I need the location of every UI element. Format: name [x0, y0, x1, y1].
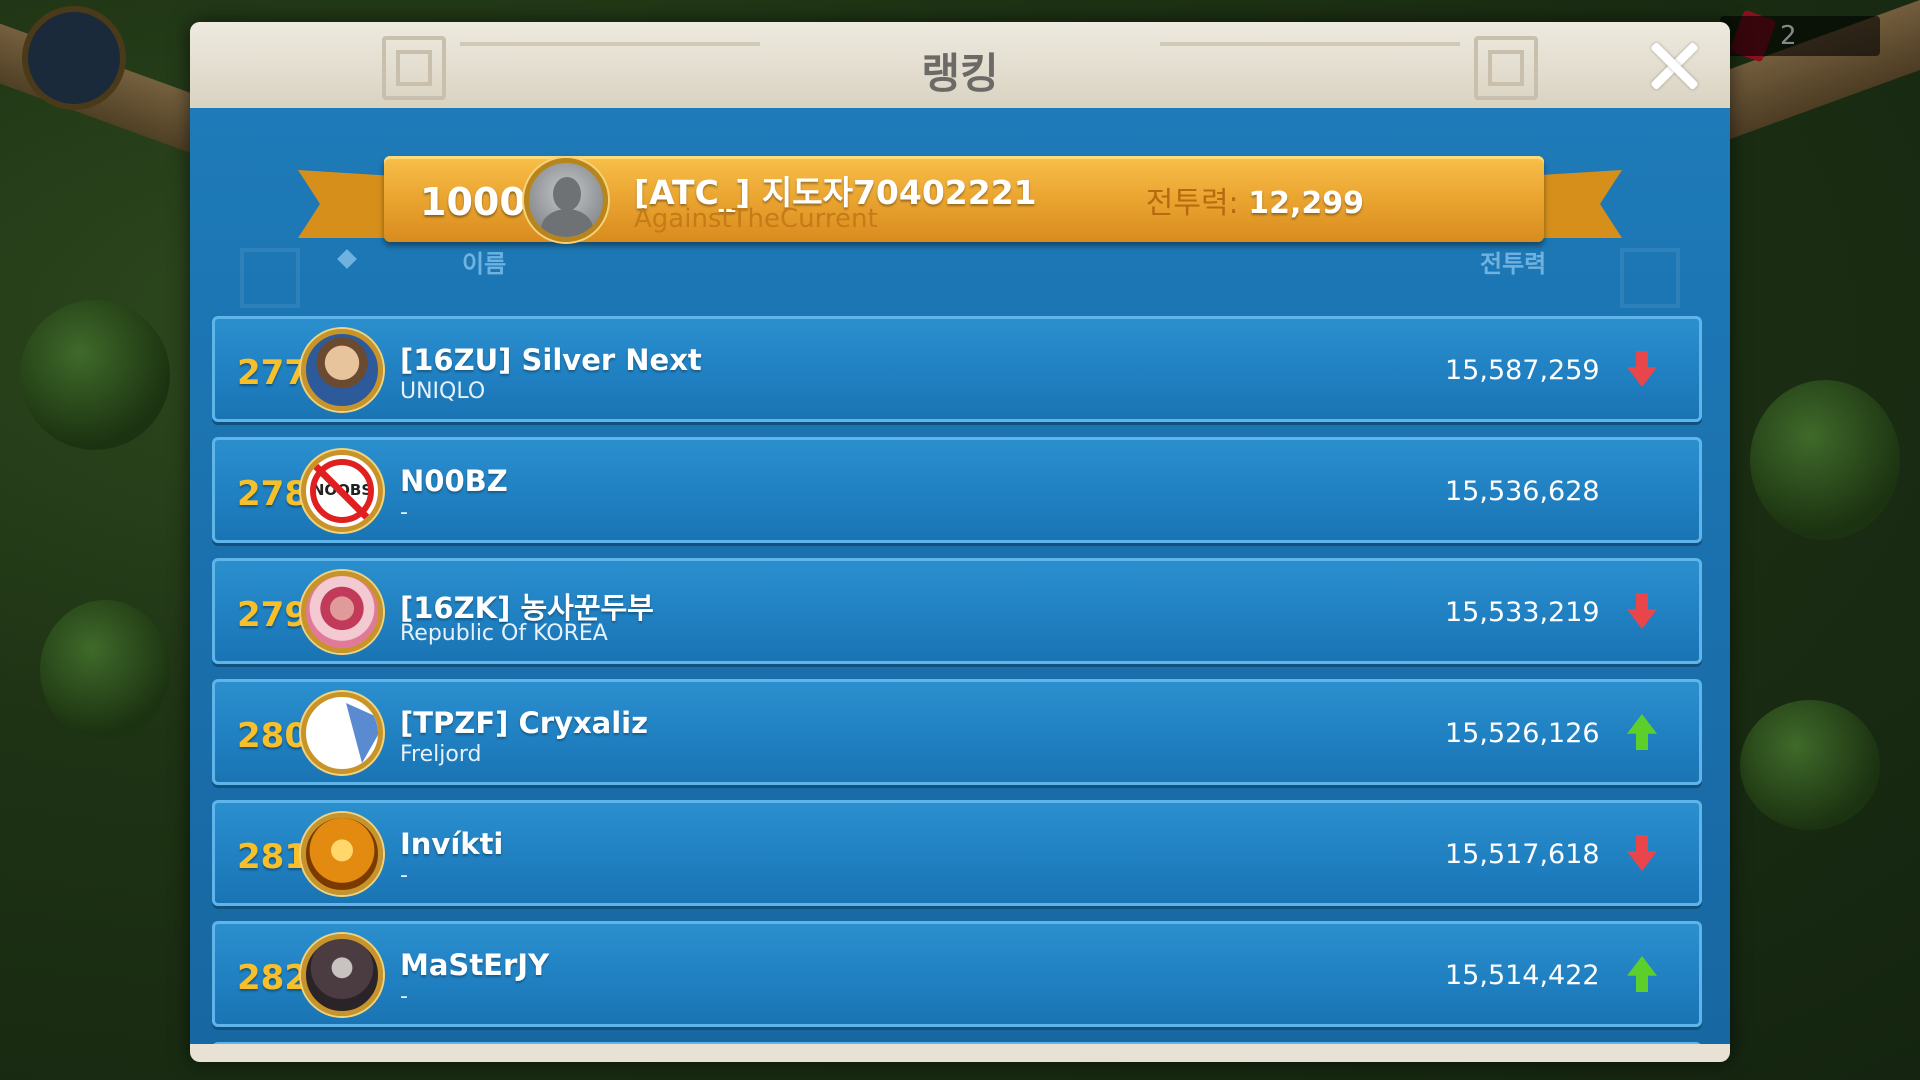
ranking-dialog: 랭킹 1000+ [ATC_] 지도자70402221 AgainstTheCu… — [190, 22, 1730, 1062]
row-player-name: N00BZ — [400, 464, 508, 498]
row-power: 15,533,219 — [1445, 597, 1600, 628]
row-player-name: [16ZU] Silver Next — [400, 343, 702, 377]
column-header-name: 이름 — [462, 250, 507, 278]
avatar-placeholder-shoulders — [541, 209, 593, 237]
decor-pattern — [1620, 248, 1680, 308]
ranking-row[interactable]: 281 Invíkti - 15,517,618 — [212, 800, 1702, 906]
row-player-name: MaStErJY — [400, 948, 550, 982]
ranking-row[interactable]: 282 MaStErJY - 15,514,422 — [212, 921, 1702, 1027]
row-player-name: Invíkti — [400, 827, 504, 861]
row-alliance: Republic Of KOREA — [400, 621, 608, 646]
my-avatar — [524, 158, 608, 242]
row-rank: 281 — [237, 837, 308, 877]
ranking-list[interactable]: 277 [16ZU] Silver Next UNIQLO 15,587,259… — [212, 316, 1702, 1044]
row-rank: 278 — [237, 474, 308, 514]
player-avatar — [301, 571, 383, 653]
row-rank: 279 — [237, 595, 308, 635]
row-power: 15,526,126 — [1445, 718, 1600, 749]
row-alliance: - — [400, 863, 408, 888]
row-alliance: - — [400, 500, 408, 525]
ranking-row[interactable]: 277 [16ZU] Silver Next UNIQLO 15,587,259 — [212, 316, 1702, 422]
row-power: 15,587,259 — [1445, 355, 1600, 386]
rank-up-arrow-icon — [1627, 956, 1657, 992]
row-player-name: [TPZF] Cryxaliz — [400, 706, 649, 740]
ranking-row[interactable]: 278 NOOBS N00BZ - 15,536,628 — [212, 437, 1702, 543]
row-power: 15,536,628 — [1445, 476, 1600, 507]
sort-diamond-icon — [337, 249, 357, 269]
player-avatar — [301, 329, 383, 411]
decor-pattern — [240, 248, 300, 308]
row-alliance: - — [400, 984, 408, 1009]
rank-down-arrow-icon — [1627, 593, 1657, 629]
player-avatar-frame[interactable] — [22, 6, 126, 110]
rank-up-arrow-icon — [1627, 714, 1657, 750]
rank-down-arrow-icon — [1627, 351, 1657, 387]
resource-counter: 2 — [1720, 16, 1880, 56]
my-power: 전투력: 12,299 — [1146, 178, 1364, 222]
rank-down-arrow-icon — [1627, 835, 1657, 871]
background-tree — [20, 300, 170, 450]
player-avatar — [301, 813, 383, 895]
ranking-row[interactable]: 280 [TPZF] Cryxaliz Freljord 15,526,126 — [212, 679, 1702, 785]
row-rank: 280 — [237, 716, 308, 756]
my-ranking-banner[interactable]: 1000+ [ATC_] 지도자70402221 AgainstTheCurre… — [384, 156, 1544, 242]
ranking-row-partial[interactable] — [212, 1042, 1702, 1044]
dialog-body[interactable]: 1000+ [ATC_] 지도자70402221 AgainstTheCurre… — [190, 108, 1730, 1044]
background-tree — [1740, 700, 1880, 830]
background-tree — [40, 600, 170, 740]
column-header-power: 전투력 — [1480, 250, 1547, 278]
player-avatar — [301, 934, 383, 1016]
my-power-value: 12,299 — [1248, 186, 1364, 221]
player-avatar: NOOBS — [301, 450, 383, 532]
my-power-label: 전투력: — [1145, 186, 1239, 221]
my-guild: AgainstTheCurrent — [634, 204, 878, 234]
dialog-title: 랭킹 — [921, 49, 999, 98]
dialog-header: 랭킹 — [190, 22, 1730, 108]
row-power: 15,517,618 — [1445, 839, 1600, 870]
avatar-blade-shape — [346, 703, 378, 763]
row-power: 15,514,422 — [1445, 960, 1600, 991]
background-tree — [1750, 380, 1900, 540]
avatar-placeholder-icon — [553, 177, 581, 211]
ranking-row[interactable]: 279 [16ZK] 농사꾼두부 Republic Of KOREA 15,53… — [212, 558, 1702, 664]
player-avatar — [301, 692, 383, 774]
close-button[interactable] — [1648, 40, 1700, 92]
row-rank: 277 — [237, 353, 308, 393]
row-alliance: Freljord — [400, 742, 482, 767]
row-rank: 282 — [237, 958, 308, 998]
row-alliance: UNIQLO — [400, 379, 486, 404]
